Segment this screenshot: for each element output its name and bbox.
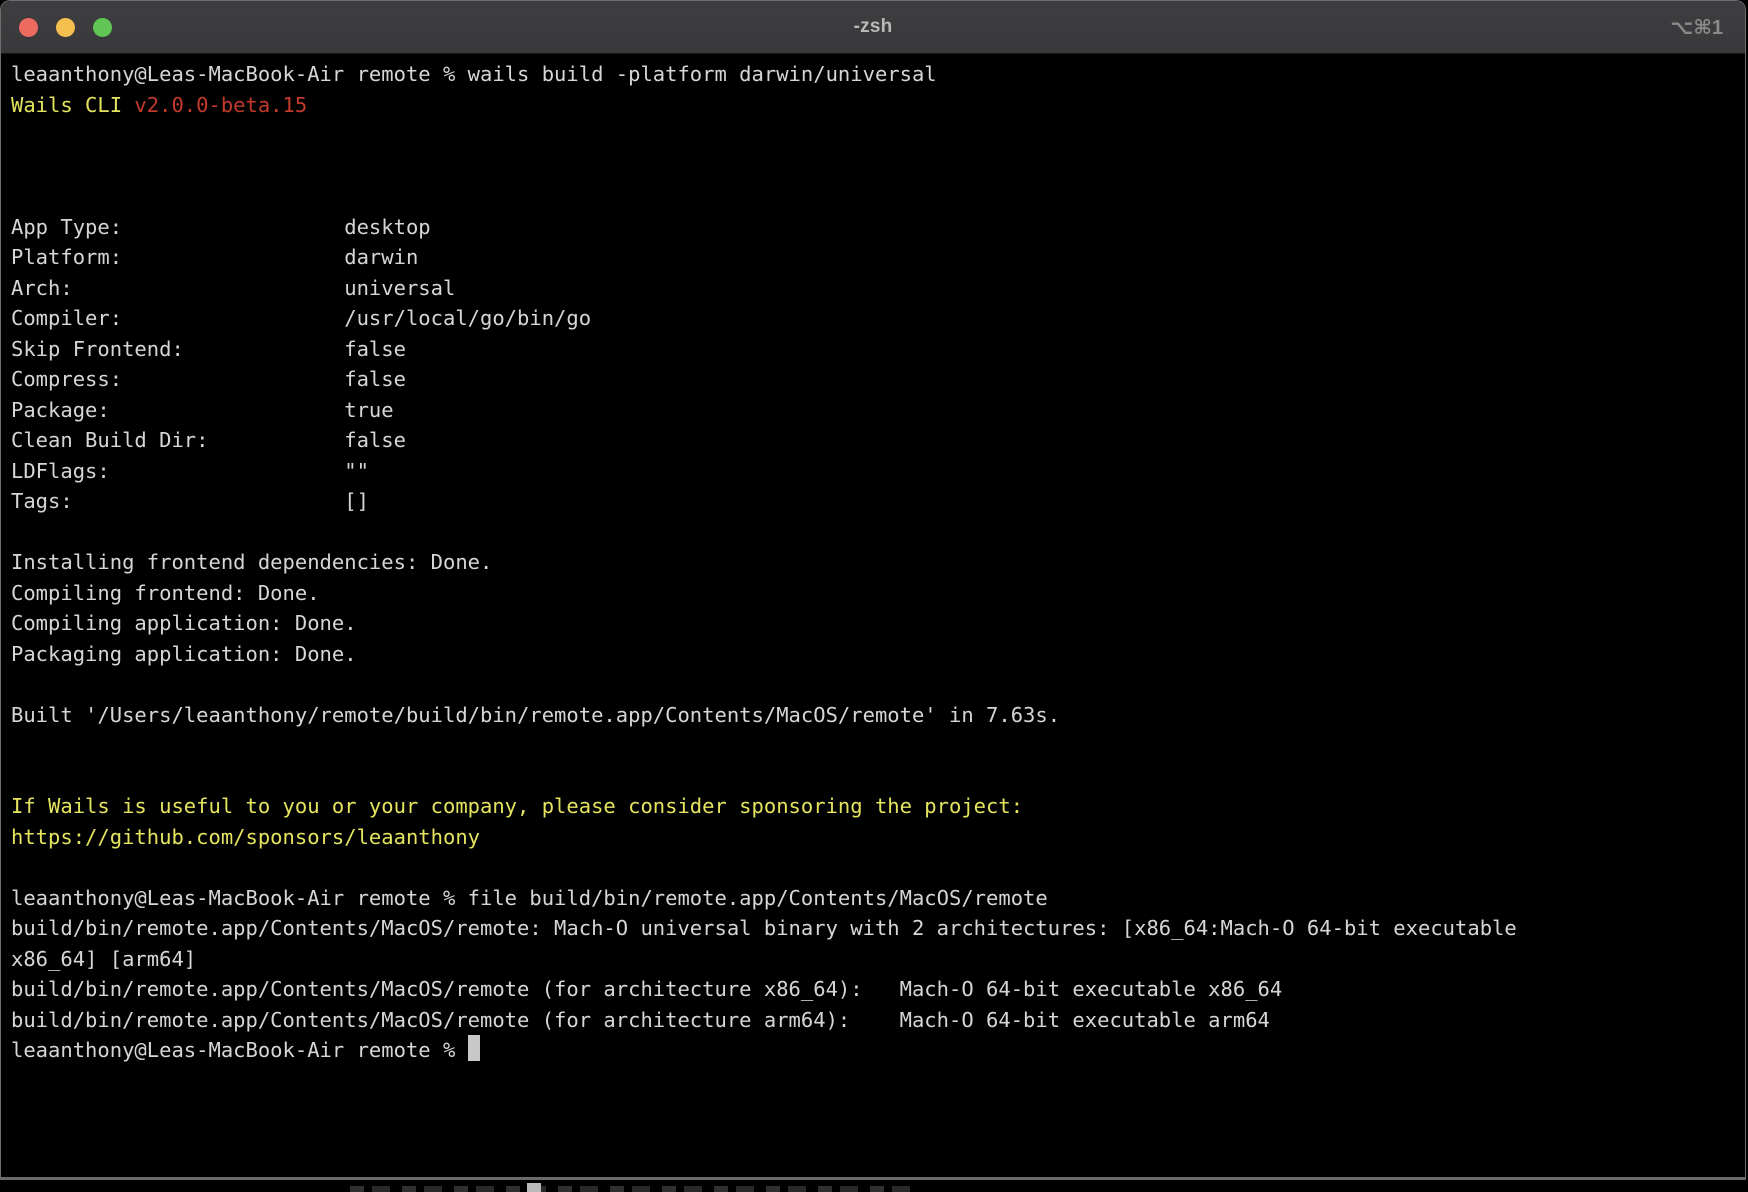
window-title: -zsh xyxy=(854,16,893,38)
terminal-line: LDFlags: "" xyxy=(11,456,1745,487)
terminal-line: Clean Build Dir: false xyxy=(11,425,1745,456)
terminal-line: Compiling frontend: Done. xyxy=(11,578,1745,609)
terminal-line: App Type: desktop xyxy=(11,212,1745,243)
terminal-line: Tags: [] xyxy=(11,486,1745,517)
terminal-line: Compiling application: Done. xyxy=(11,608,1745,639)
background-clipped-cursor xyxy=(527,1183,541,1192)
terminal-line xyxy=(11,517,1745,548)
terminal-line xyxy=(11,852,1745,883)
terminal-line: Skip Frontend: false xyxy=(11,334,1745,365)
terminal-line: Package: true xyxy=(11,395,1745,426)
terminal-line xyxy=(11,669,1745,700)
terminal-line: https://github.com/sponsors/leaanthony xyxy=(11,822,1745,853)
terminal-line: leaanthony@Leas-MacBook-Air remote % fil… xyxy=(11,883,1745,914)
minimize-button[interactable] xyxy=(56,18,75,37)
terminal-line xyxy=(11,730,1745,761)
tab-shortcut-label: ⌥⌘1 xyxy=(1670,1,1723,53)
terminal-cursor xyxy=(468,1035,480,1061)
terminal-line: Compress: false xyxy=(11,364,1745,395)
zoom-button[interactable] xyxy=(93,18,112,37)
terminal-output[interactable]: leaanthony@Leas-MacBook-Air remote % wai… xyxy=(1,54,1745,1177)
terminal-line: leaanthony@Leas-MacBook-Air remote % wai… xyxy=(11,59,1745,90)
terminal-window: -zsh ⌥⌘1 leaanthony@Leas-MacBook-Air rem… xyxy=(0,0,1746,1180)
terminal-line: x86_64] [arm64] xyxy=(11,944,1745,975)
desktop-screen: -zsh ⌥⌘1 leaanthony@Leas-MacBook-Air rem… xyxy=(0,0,1748,1192)
terminal-line xyxy=(11,181,1745,212)
terminal-line xyxy=(11,151,1745,182)
terminal-line: Wails CLI v2.0.0-beta.15 xyxy=(11,90,1745,121)
terminal-line: If Wails is useful to you or your compan… xyxy=(11,791,1745,822)
background-window-sliver xyxy=(0,1183,1748,1192)
background-clipped-text xyxy=(350,1186,910,1192)
traffic-lights xyxy=(19,1,112,53)
terminal-line: leaanthony@Leas-MacBook-Air remote % xyxy=(11,1035,1745,1066)
terminal-line: Built '/Users/leaanthony/remote/build/bi… xyxy=(11,700,1745,731)
titlebar[interactable]: -zsh ⌥⌘1 xyxy=(1,1,1745,54)
terminal-line: Platform: darwin xyxy=(11,242,1745,273)
terminal-line xyxy=(11,761,1745,792)
terminal-line: build/bin/remote.app/Contents/MacOS/remo… xyxy=(11,1005,1745,1036)
close-button[interactable] xyxy=(19,18,38,37)
terminal-line: build/bin/remote.app/Contents/MacOS/remo… xyxy=(11,913,1745,944)
terminal-line: Packaging application: Done. xyxy=(11,639,1745,670)
terminal-line: Installing frontend dependencies: Done. xyxy=(11,547,1745,578)
terminal-line: Compiler: /usr/local/go/bin/go xyxy=(11,303,1745,334)
terminal-line: Arch: universal xyxy=(11,273,1745,304)
terminal-line xyxy=(11,120,1745,151)
terminal-line: build/bin/remote.app/Contents/MacOS/remo… xyxy=(11,974,1745,1005)
